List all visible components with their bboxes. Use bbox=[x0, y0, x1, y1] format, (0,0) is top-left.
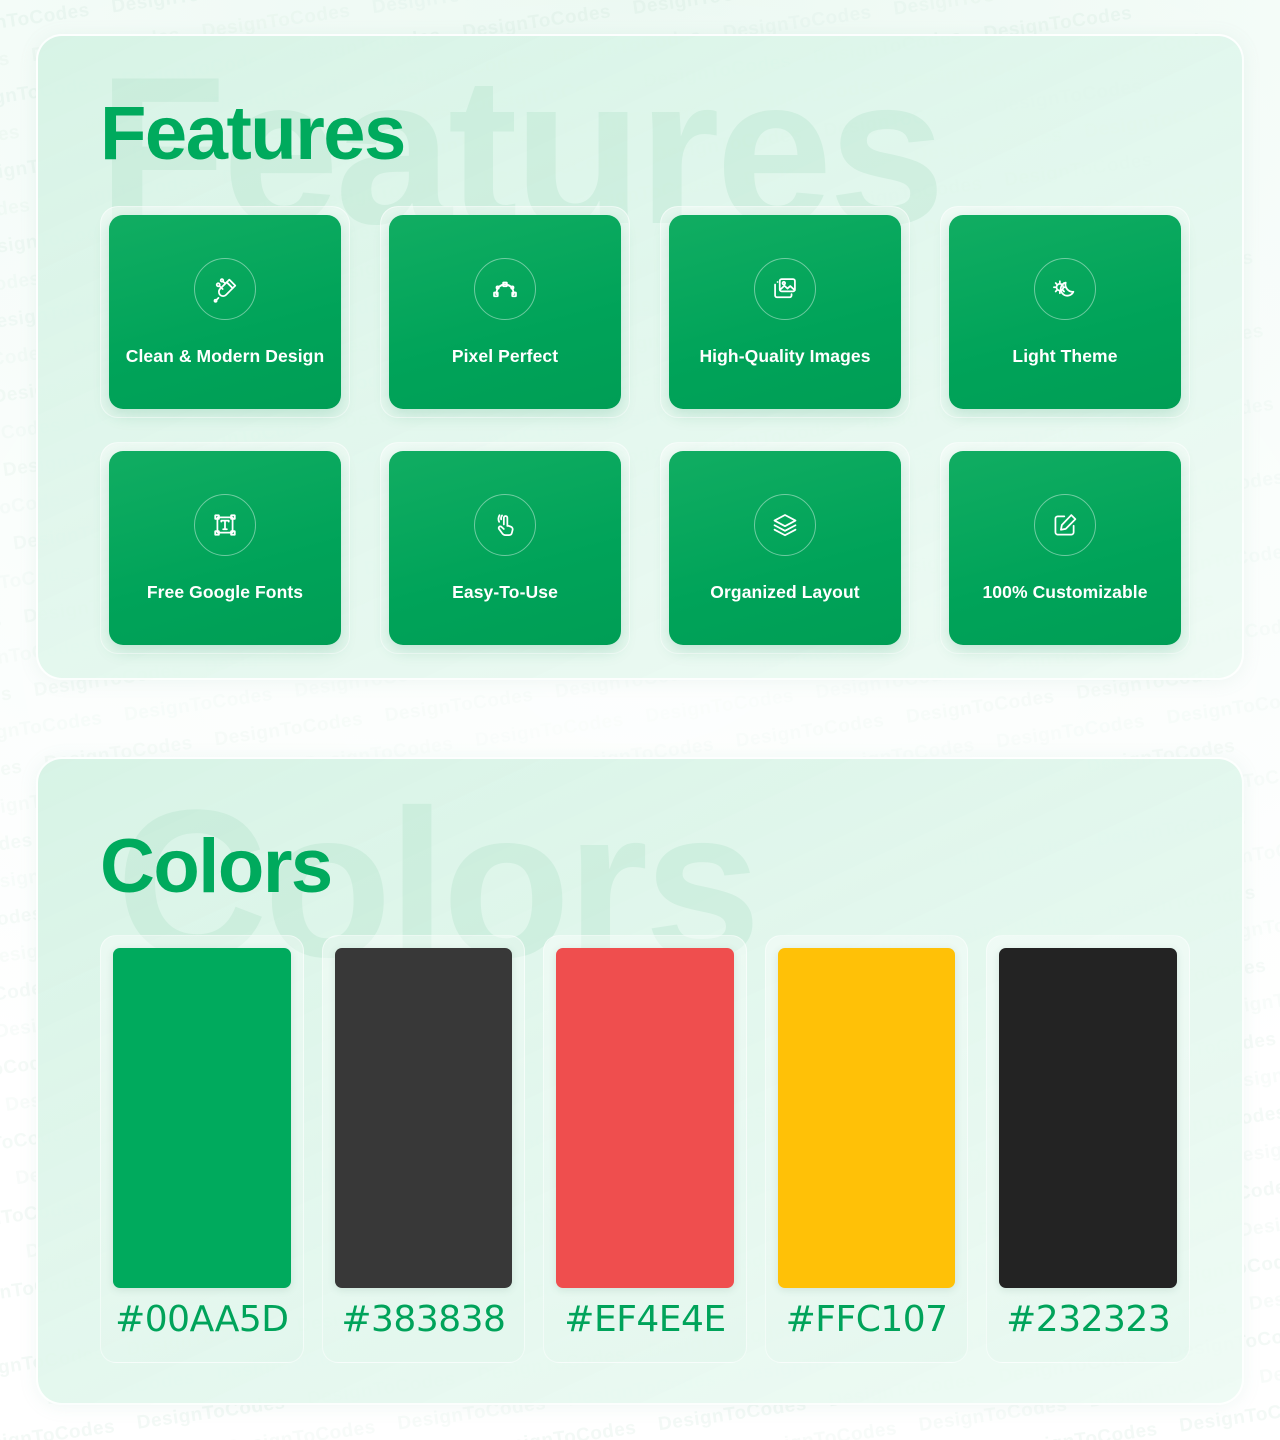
features-page-title: Features bbox=[100, 91, 406, 176]
feature-card-label: High-Quality Images bbox=[699, 345, 871, 366]
feature-card-label: Free Google Fonts bbox=[146, 581, 304, 602]
color-hex-label: #383838 bbox=[341, 1299, 506, 1340]
feature-card-label: Light Theme bbox=[1012, 345, 1118, 366]
feature-card-easy-to-use[interactable]: Easy-To-Use bbox=[389, 451, 621, 645]
feature-card-free-google-fonts[interactable]: Free Google Fonts bbox=[109, 451, 341, 645]
feature-card-slot: Organized Layout bbox=[660, 442, 910, 654]
color-hex-label: #FFC107 bbox=[785, 1299, 948, 1340]
watermark-text: DesignToCodes bbox=[711, 0, 892, 23]
sun-moon-icon bbox=[1034, 257, 1096, 320]
layers-icon bbox=[754, 493, 816, 556]
color-hex-label: #232323 bbox=[1006, 1299, 1171, 1340]
images-stack-icon bbox=[754, 257, 816, 320]
colors-page-title: Colors bbox=[100, 824, 333, 909]
watermark-text: DesignToCodes bbox=[1007, 1418, 1159, 1440]
watermark-text: DesignToCodes bbox=[0, 48, 12, 91]
color-hex-label: #EF4E4E bbox=[564, 1299, 726, 1340]
feature-card-clean-modern-design[interactable]: Clean & Modern Design bbox=[109, 215, 341, 409]
watermark-text: DesignToCodes bbox=[190, 0, 371, 21]
feature-card-slot: High-Quality Images bbox=[660, 206, 910, 418]
watermark-text: DesignToCodes bbox=[1247, 1273, 1280, 1315]
watermark-text: DesignToCodes bbox=[451, 0, 632, 22]
feature-card-label: Clean & Modern Design bbox=[125, 345, 325, 366]
tap-hand-icon bbox=[474, 493, 536, 556]
feature-card-label: 100% Customizable bbox=[982, 581, 1148, 602]
color-swatch-slot: #FFC107 bbox=[764, 935, 969, 1363]
color-swatch[interactable] bbox=[334, 948, 513, 1288]
text-box-icon bbox=[194, 493, 256, 556]
watermark-text: DesignToCodes bbox=[0, 387, 2, 484]
feature-card-slot: Pixel Perfect bbox=[380, 206, 630, 418]
watermark-text: DesignToCodes bbox=[972, 0, 1153, 24]
feature-card-slot: Light Theme bbox=[940, 206, 1190, 418]
colors-panel: Colors Colors #00AA5D #383838 #EF4E4E #FFC1… bbox=[36, 757, 1244, 1405]
color-swatch[interactable] bbox=[777, 948, 956, 1288]
feature-card-slot: Free Google Fonts bbox=[100, 442, 350, 654]
feature-card-slot: 100% Customizable bbox=[940, 442, 1190, 654]
feature-card-label: Pixel Perfect bbox=[451, 345, 559, 366]
watermark-text: DesignToCodes bbox=[0, 0, 30, 69]
color-swatch-slot: #383838 bbox=[321, 935, 526, 1363]
feature-card-label: Easy-To-Use bbox=[452, 581, 558, 602]
color-swatch[interactable] bbox=[556, 948, 734, 1288]
watermark-text: DesignToCodes bbox=[0, 659, 184, 725]
feature-card-100-customizable[interactable]: 100% Customizable bbox=[949, 451, 1181, 645]
color-swatch[interactable] bbox=[999, 948, 1177, 1288]
bezier-curve-icon bbox=[474, 257, 536, 320]
watermark-text: DesignToCodes bbox=[0, 1392, 287, 1440]
watermark-text: DesignToCodes bbox=[1258, 1346, 1280, 1389]
feature-card-label: Organized Layout bbox=[710, 581, 860, 602]
feature-card-slot: Easy-To-Use bbox=[380, 442, 630, 654]
watermark-text: DesignToCodes bbox=[0, 0, 92, 42]
feature-card-grid: Clean & Modern Design Pixel Perfect High-Q… bbox=[100, 206, 1190, 654]
color-hex-label: #00AA5D bbox=[115, 1299, 289, 1340]
watermark-text: DesignToCodes bbox=[0, 607, 33, 704]
feature-card-slot: Clean & Modern Design bbox=[100, 206, 350, 418]
features-panel: Features Features Clean & Modern Design P… bbox=[36, 34, 1244, 680]
pen-tool-icon bbox=[194, 257, 256, 320]
watermark-text: DesignToCodes bbox=[747, 1418, 899, 1440]
color-swatch[interactable] bbox=[113, 948, 291, 1288]
page-background: DesignToCodes DesignToCodes DesignToCodes D… bbox=[0, 0, 1280, 1440]
watermark-text: DesignToCodes bbox=[486, 1393, 808, 1440]
feature-card-light-theme[interactable]: Light Theme bbox=[949, 215, 1181, 409]
color-swatch-slot: #232323 bbox=[986, 935, 1190, 1363]
edit-square-icon bbox=[1034, 493, 1096, 556]
watermark-text: DesignToCodes bbox=[225, 1416, 378, 1440]
watermark-text: DesignToCodes bbox=[1268, 1417, 1280, 1440]
color-swatch-slot: #EF4E4E bbox=[543, 935, 747, 1363]
color-swatch-grid: #00AA5D #383838 #EF4E4E #FFC107 #232323 bbox=[100, 935, 1190, 1363]
feature-card-pixel-perfect[interactable]: Pixel Perfect bbox=[389, 215, 621, 409]
watermark-text: DesignToCodes bbox=[0, 460, 12, 557]
feature-card-organized-layout[interactable]: Organized Layout bbox=[669, 451, 901, 645]
feature-card-high-quality-images[interactable]: High-Quality Images bbox=[669, 215, 901, 409]
watermark-text: DesignToCodes bbox=[0, 534, 22, 631]
color-swatch-slot: #00AA5D bbox=[100, 935, 304, 1363]
